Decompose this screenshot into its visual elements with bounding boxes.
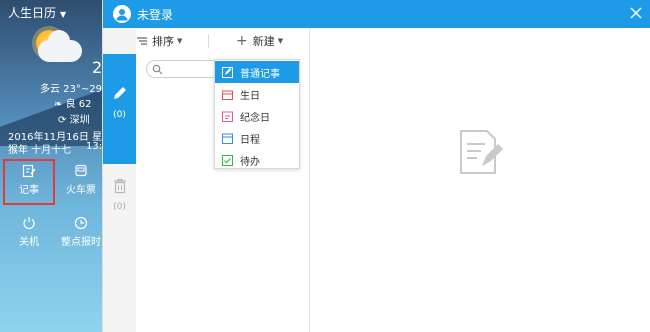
- menu-item-label: 生日: [240, 90, 260, 102]
- cloud-icon: [38, 30, 82, 62]
- tab-trash[interactable]: (0): [103, 172, 136, 252]
- trash-count: (0): [113, 202, 126, 212]
- menu-item-birthday[interactable]: 生日: [215, 83, 299, 105]
- caret-down-icon: ▼: [277, 37, 284, 45]
- toolbar-divider: [208, 34, 209, 48]
- calendar-app-title-label: 人生日历: [8, 6, 57, 20]
- notes-icon: [22, 164, 36, 178]
- menu-item-label: 普通记事: [240, 68, 280, 80]
- tab-notes[interactable]: (0): [103, 54, 136, 164]
- pencil-icon: [113, 87, 126, 99]
- notes-window: 未登录 (0) (0) 排序 ▼ + 新建 ▼: [102, 0, 650, 332]
- tile-train-tickets[interactable]: 火车票: [56, 160, 106, 204]
- clock-icon: [74, 216, 88, 230]
- search-icon: [152, 64, 163, 75]
- menu-item-label: 日程: [240, 134, 260, 146]
- air-quality-text: 良 62: [65, 99, 92, 110]
- refresh-icon: ⟳: [58, 115, 67, 126]
- sort-label: 排序: [152, 35, 174, 48]
- todo-icon: [222, 154, 233, 166]
- tile-hourly-chime[interactable]: 整点报时: [56, 212, 106, 256]
- location[interactable]: ⟳ 深圳: [58, 111, 90, 126]
- close-icon[interactable]: [629, 6, 643, 20]
- note-icon: [222, 66, 233, 78]
- login-status[interactable]: 未登录: [137, 6, 173, 23]
- birthday-icon: [222, 90, 233, 100]
- tile-notes[interactable]: 记事: [3, 159, 55, 205]
- category-rail: (0) (0): [103, 28, 136, 332]
- tile-label: 记事: [19, 185, 39, 196]
- menu-item-label: 待办: [240, 156, 260, 168]
- air-quality: ❧ 良 62: [54, 95, 91, 110]
- calendar-widget: 人生日历▼ 25 多云 23°~29° ❧ 良 62 ⟳ 深圳 2016年11月…: [0, 0, 112, 332]
- sort-icon: [137, 37, 147, 45]
- notes-count: (0): [113, 110, 126, 120]
- weather-text: 多云 23°~29°: [40, 84, 108, 95]
- tile-label: 整点报时: [61, 237, 101, 248]
- city-name: 深圳: [69, 115, 90, 126]
- chevron-down-icon: ▼: [60, 10, 67, 19]
- sort-button[interactable]: 排序 ▼: [136, 32, 182, 50]
- list-toolbar: 排序 ▼ + 新建 ▼: [136, 28, 310, 54]
- power-icon: [23, 217, 35, 230]
- menu-item-anniversary[interactable]: 纪念日: [215, 105, 299, 127]
- tile-shutdown[interactable]: 关机: [4, 212, 54, 256]
- lunar-date-text: 猴年 十月十七: [8, 145, 72, 156]
- window-titlebar: 未登录: [103, 0, 650, 28]
- schedule-icon: [222, 133, 233, 144]
- trash-icon: [113, 178, 126, 194]
- caret-down-icon: ▼: [177, 37, 183, 45]
- menu-item-schedule[interactable]: 日程: [215, 127, 299, 149]
- calendar-app-title[interactable]: 人生日历 ▼: [8, 4, 66, 21]
- tile-label: 火车票: [66, 185, 96, 196]
- train-icon: [75, 164, 87, 177]
- avatar[interactable]: [113, 5, 131, 23]
- menu-item-todo[interactable]: 待办: [215, 149, 299, 171]
- menu-item-label: 纪念日: [240, 112, 270, 124]
- new-item-menu: 普通记事 生日 纪念日 日程 待办: [214, 59, 300, 169]
- empty-note-icon: [460, 130, 503, 174]
- plus-icon: +: [236, 33, 248, 49]
- leaf-icon: ❧: [54, 99, 63, 110]
- menu-item-note[interactable]: 普通记事: [215, 61, 299, 83]
- new-button[interactable]: + 新建 ▼: [236, 32, 283, 50]
- tile-label: 关机: [19, 237, 39, 248]
- anniversary-icon: [222, 111, 233, 122]
- new-label: 新建: [252, 35, 275, 48]
- user-icon: [116, 9, 128, 21]
